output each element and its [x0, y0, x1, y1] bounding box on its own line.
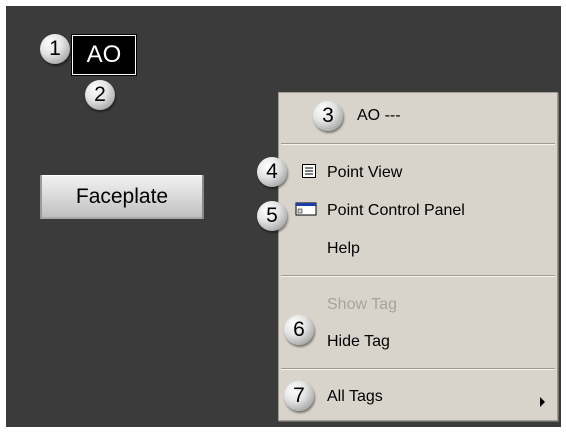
- control-panel-icon: [295, 202, 317, 216]
- menu-header-ao: AO ---: [357, 107, 401, 124]
- callout-6: 6: [284, 315, 314, 345]
- point-view-icon: [302, 164, 316, 178]
- callout-2: 2: [85, 80, 115, 110]
- callout-7: 7: [284, 381, 314, 411]
- ao-tag[interactable]: AO: [72, 35, 136, 75]
- menu-separator: [281, 368, 555, 370]
- callout-4: 4: [257, 157, 287, 187]
- menu-item-point-control-panel[interactable]: Point Control Panel: [327, 202, 465, 220]
- callout-3: 3: [313, 101, 343, 131]
- callout-1: 1: [40, 34, 70, 64]
- menu-item-show-tag[interactable]: Show Tag: [327, 296, 397, 314]
- display-canvas: 1 AO 2 Faceplate 3 AO --- 4 Point View 5…: [6, 6, 561, 427]
- menu-separator: [281, 143, 555, 145]
- menu-item-hide-tag[interactable]: Hide Tag: [327, 333, 390, 351]
- callout-5: 5: [257, 201, 287, 231]
- menu-item-all-tags[interactable]: All Tags: [327, 388, 383, 406]
- menu-separator: [281, 275, 555, 277]
- tag-context-menu: 3 AO --- 4 Point View 5 Point Control Pa…: [257, 92, 558, 421]
- menu-item-help[interactable]: Help: [327, 240, 360, 258]
- submenu-arrow-icon: [540, 397, 545, 407]
- faceplate-button[interactable]: Faceplate: [40, 175, 204, 219]
- menu-item-point-view[interactable]: Point View: [327, 164, 402, 182]
